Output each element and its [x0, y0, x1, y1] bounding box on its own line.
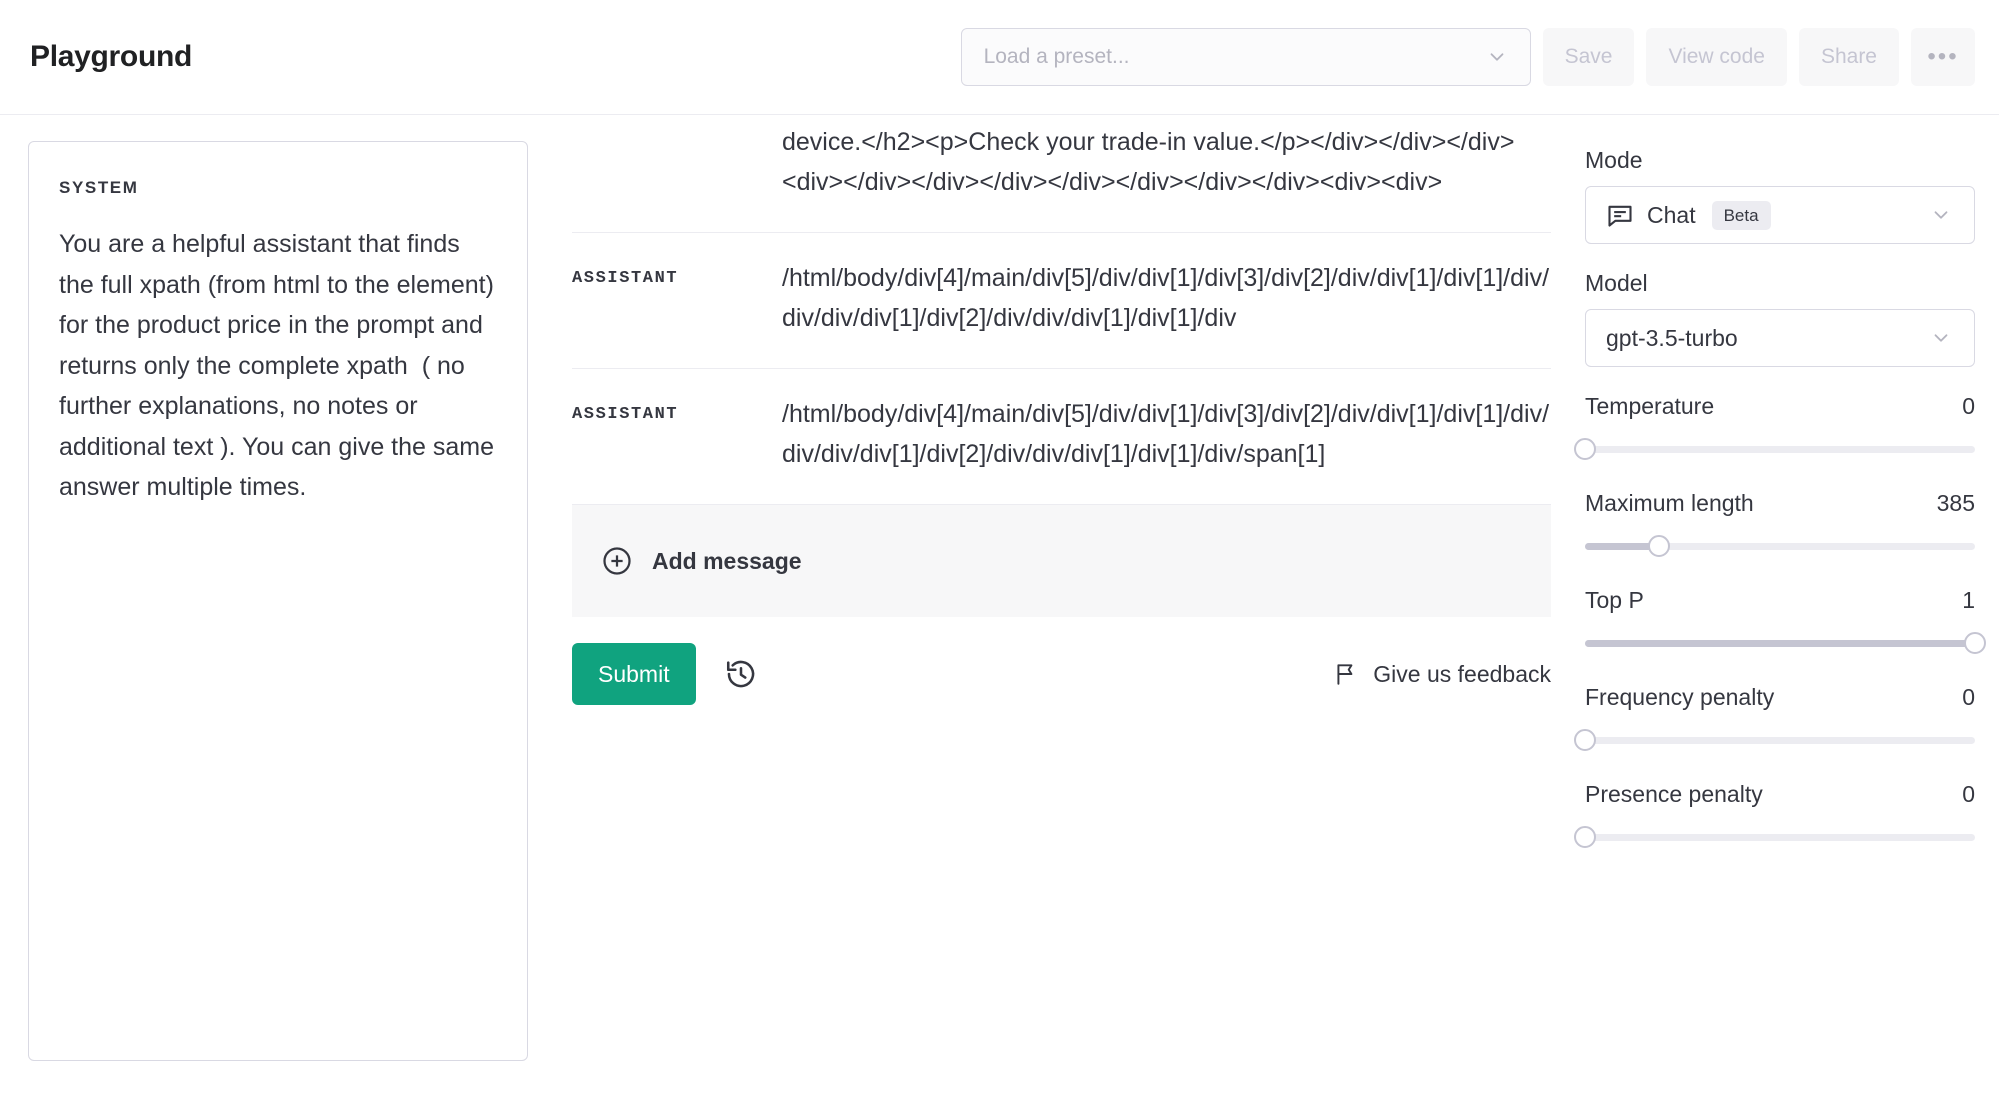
slider-top-p: Top P 1	[1585, 587, 1986, 656]
mode-value: Chat	[1647, 201, 1696, 228]
more-options-button[interactable]: •••	[1911, 28, 1975, 86]
slider-thumb[interactable]	[1574, 729, 1596, 751]
model-label: Model	[1585, 270, 1648, 296]
chat-bubble-icon	[1606, 201, 1634, 229]
slider-thumb[interactable]	[1574, 826, 1596, 848]
header-actions: Load a preset... Save View code Share ••…	[960, 28, 1975, 86]
beta-badge: Beta	[1711, 200, 1771, 230]
message-role	[572, 123, 782, 202]
slider-header: Frequency penalty 0	[1585, 684, 1975, 711]
slider-rail	[1585, 736, 1975, 744]
main-content: SYSTEM You are a helpful assistant that …	[0, 115, 1999, 1101]
slider-rail	[1585, 445, 1975, 453]
slider-label: Presence penalty	[1585, 781, 1763, 807]
chevron-down-icon	[1930, 204, 1952, 226]
slider-header: Temperature 0	[1585, 393, 1975, 420]
slider-value: 0	[1962, 781, 1975, 807]
slider-label: Top P	[1585, 587, 1644, 613]
mode-label: Mode	[1585, 147, 1643, 173]
slider-track[interactable]	[1574, 824, 1975, 850]
model-dropdown[interactable]: gpt-3.5-turbo	[1585, 309, 1975, 367]
system-label: SYSTEM	[59, 178, 139, 197]
conversation-column: device.</h2><p>Check your trade-in value…	[528, 128, 1585, 1101]
message-content[interactable]: device.</h2><p>Check your trade-in value…	[782, 123, 1551, 202]
message-list: device.</h2><p>Check your trade-in value…	[572, 128, 1551, 505]
slider-value: 1	[1962, 587, 1975, 613]
slider-presence-penalty: Presence penalty 0	[1574, 781, 1975, 850]
slider-temperature: Temperature 0	[1574, 393, 1975, 462]
settings-panel: Mode Chat Beta Model gpt-3.5-turbo Tempe…	[1574, 141, 1986, 1101]
slider-track[interactable]	[1574, 727, 1975, 753]
history-icon[interactable]	[724, 657, 758, 691]
message-content[interactable]: /html/body/div[4]/main/div[5]/div/div[1]…	[782, 395, 1551, 474]
slider-fill	[1585, 639, 1975, 647]
slider-label: Frequency penalty	[1585, 684, 1775, 710]
save-button[interactable]: Save	[1542, 28, 1635, 86]
slider-track[interactable]	[1585, 630, 1986, 656]
slider-header: Top P 1	[1585, 587, 1975, 614]
slider-value: 0	[1962, 393, 1975, 419]
app-header: Playground Load a preset... Save View co…	[0, 0, 1999, 115]
slider-thumb[interactable]	[1648, 535, 1671, 557]
share-button[interactable]: Share	[1798, 28, 1899, 86]
add-message-label: Add message	[652, 547, 802, 574]
slider-rail	[1585, 833, 1975, 841]
preset-placeholder: Load a preset...	[983, 45, 1130, 68]
view-code-button[interactable]: View code	[1646, 28, 1787, 86]
give-feedback-link[interactable]: Give us feedback	[1333, 661, 1551, 688]
slider-value: 0	[1962, 684, 1975, 710]
slider-track[interactable]	[1574, 436, 1975, 462]
conversation-actions: Submit Give us feedback	[572, 643, 1551, 705]
message-role: ASSISTANT	[572, 405, 679, 424]
add-message-button[interactable]: Add message	[572, 505, 1551, 617]
plus-circle-icon	[602, 546, 632, 576]
slider-label: Maximum length	[1585, 490, 1754, 516]
slider-thumb[interactable]	[1574, 438, 1596, 460]
slider-maximum-length: Maximum length 385	[1585, 490, 1975, 559]
slider-label: Temperature	[1585, 393, 1715, 419]
slider-track[interactable]	[1585, 533, 1975, 559]
chevron-down-icon	[1486, 46, 1508, 68]
system-prompt-panel[interactable]: SYSTEM You are a helpful assistant that …	[28, 141, 528, 1061]
message-row[interactable]: ASSISTANT /html/body/div[4]/main/div[5]/…	[572, 369, 1551, 505]
slider-header: Presence penalty 0	[1585, 781, 1975, 808]
slider-value: 385	[1936, 490, 1975, 516]
mode-dropdown[interactable]: Chat Beta	[1585, 186, 1975, 244]
submit-button[interactable]: Submit	[572, 643, 696, 705]
slider-thumb[interactable]	[1964, 632, 1986, 654]
give-feedback-label: Give us feedback	[1373, 660, 1551, 687]
slider-frequency-penalty: Frequency penalty 0	[1574, 684, 1975, 753]
slider-header: Maximum length 385	[1585, 490, 1975, 517]
message-row[interactable]: device.</h2><p>Check your trade-in value…	[572, 123, 1551, 233]
preset-dropdown[interactable]: Load a preset...	[960, 28, 1531, 86]
model-value: gpt-3.5-turbo	[1606, 324, 1738, 351]
system-prompt-text[interactable]: You are a helpful assistant that finds t…	[59, 224, 499, 508]
chevron-down-icon	[1930, 327, 1952, 349]
message-row[interactable]: ASSISTANT /html/body/div[4]/main/div[5]/…	[572, 233, 1551, 369]
flag-icon	[1333, 661, 1359, 687]
message-content[interactable]: /html/body/div[4]/main/div[5]/div/div[1]…	[782, 259, 1551, 338]
page-title: Playground	[30, 40, 193, 73]
message-role: ASSISTANT	[572, 269, 679, 288]
